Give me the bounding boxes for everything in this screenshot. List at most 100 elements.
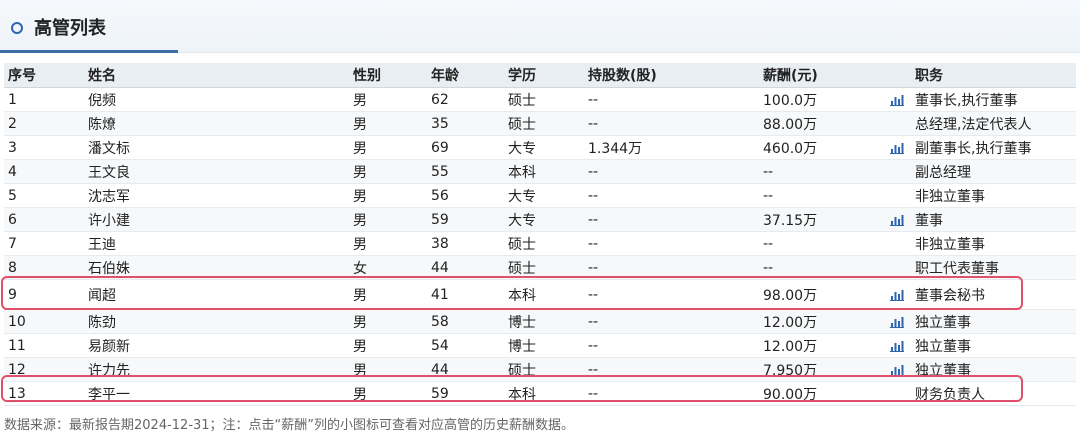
footnote: 数据来源：最新报告期2024-12-31；注：点击“薪酬”列的小图标可查看对应高… (4, 418, 575, 433)
col-header-gender: 性别 (349, 63, 427, 88)
cell-age: 58 (427, 309, 504, 334)
cell-shares: -- (584, 357, 759, 382)
cell-salary: 37.15万 (759, 207, 886, 232)
cell-no: 7 (4, 231, 84, 256)
table-row: 13 李平一男 59 本科 -- 90.00万 财务负责人 (4, 381, 1076, 406)
cell-salary: 98.00万 (759, 279, 886, 310)
executive-table: 序号 姓名 性别 年龄 学历 持股数(股) 薪酬(元) 职务 1 倪频男 62 硕士 -… (4, 63, 1076, 406)
table-row: 2 陈燎男 35 硕士 -- 88.00万 总经理,法定代表人 (4, 111, 1076, 136)
cell-gender: 男 (349, 279, 427, 310)
cell-position: 非独立董事 (911, 183, 1076, 208)
cell-no: 1 (4, 87, 84, 112)
cell-chart (886, 309, 911, 334)
cell-position: 财务负责人 (911, 381, 1076, 406)
cell-name: 沈志军 (84, 183, 349, 208)
cell-position: 独立董事 (911, 309, 1076, 334)
table-row: 8 石伯姝女 44 硕士 -- -- 职工代表董事 (4, 255, 1076, 280)
cell-salary: 12.00万 (759, 309, 886, 334)
table-row: 11 易颜新男 54 博士 -- 12.00万 独立董事 (4, 333, 1076, 358)
col-header-salary: 薪酬(元) (759, 63, 886, 88)
cell-name: 王迪 (84, 231, 349, 256)
cell-age: 35 (427, 111, 504, 136)
cell-chart (886, 159, 911, 184)
cell-no: 6 (4, 207, 84, 232)
cell-education: 本科 (504, 159, 584, 184)
cell-position: 董事会秘书 (911, 279, 1076, 310)
cell-chart (886, 207, 911, 232)
table-row: 1 倪频男 62 硕士 -- 100.0万 董事长,执行董事 (4, 87, 1076, 112)
salary-history-chart-icon[interactable] (890, 340, 904, 352)
cell-chart (886, 357, 911, 382)
cell-salary: -- (759, 159, 886, 184)
cell-chart (886, 333, 911, 358)
cell-education: 本科 (504, 279, 584, 310)
salary-history-chart-icon[interactable] (890, 364, 904, 376)
table-row: 12 许力先男 44 硕士 -- 7.950万 独立董事 (4, 357, 1076, 382)
cell-name: 潘文标 (84, 135, 349, 160)
cell-shares: -- (584, 333, 759, 358)
cell-age: 59 (427, 207, 504, 232)
cell-shares: -- (584, 159, 759, 184)
cell-name: 倪频 (84, 87, 349, 112)
cell-salary: 88.00万 (759, 111, 886, 136)
col-header-name: 姓名 (84, 63, 349, 88)
cell-age: 55 (427, 159, 504, 184)
cell-name: 陈燎 (84, 111, 349, 136)
cell-shares: -- (584, 279, 759, 310)
cell-age: 38 (427, 231, 504, 256)
salary-history-chart-icon[interactable] (890, 289, 904, 301)
cell-name: 易颜新 (84, 333, 349, 358)
cell-shares: -- (584, 111, 759, 136)
cell-salary: -- (759, 255, 886, 280)
cell-gender: 男 (349, 135, 427, 160)
cell-shares: -- (584, 309, 759, 334)
col-header-no: 序号 (4, 63, 84, 88)
section-header: 高管列表 (0, 0, 1080, 53)
cell-education: 博士 (504, 309, 584, 334)
cell-chart (886, 231, 911, 256)
cell-position: 独立董事 (911, 357, 1076, 382)
salary-history-chart-icon[interactable] (890, 94, 904, 106)
cell-age: 56 (427, 183, 504, 208)
cell-salary: 460.0万 (759, 135, 886, 160)
cell-age: 62 (427, 87, 504, 112)
cell-name: 许小建 (84, 207, 349, 232)
cell-chart (886, 279, 911, 310)
cell-shares: -- (584, 183, 759, 208)
table-row: 4 王文良男 55 本科 -- -- 副总经理 (4, 159, 1076, 184)
cell-salary: -- (759, 231, 886, 256)
salary-history-chart-icon[interactable] (890, 214, 904, 226)
cell-name: 许力先 (84, 357, 349, 382)
section-title: 高管列表 (34, 18, 106, 39)
cell-position: 非独立董事 (911, 231, 1076, 256)
cell-no: 2 (4, 111, 84, 136)
cell-education: 大专 (504, 135, 584, 160)
cell-position: 副董事长,执行董事 (911, 135, 1076, 160)
cell-education: 大专 (504, 207, 584, 232)
cell-no: 13 (4, 381, 84, 406)
salary-history-chart-icon[interactable] (890, 142, 904, 154)
cell-position: 独立董事 (911, 333, 1076, 358)
cell-no: 11 (4, 333, 84, 358)
cell-no: 10 (4, 309, 84, 334)
cell-no: 12 (4, 357, 84, 382)
cell-shares: -- (584, 207, 759, 232)
col-header-chart (886, 63, 911, 88)
salary-history-chart-icon[interactable] (890, 316, 904, 328)
table-row: 6 许小建男 59 大专 -- 37.15万 董事 (4, 207, 1076, 232)
cell-name: 王文良 (84, 159, 349, 184)
col-header-position: 职务 (911, 63, 1076, 88)
table-row: 10 陈劲男 58 博士 -- 12.00万 独立董事 (4, 309, 1076, 334)
cell-gender: 男 (349, 231, 427, 256)
cell-gender: 男 (349, 357, 427, 382)
cell-chart (886, 87, 911, 112)
cell-education: 硕士 (504, 111, 584, 136)
cell-age: 54 (427, 333, 504, 358)
col-header-age: 年龄 (427, 63, 504, 88)
cell-chart (886, 111, 911, 136)
cell-name: 李平一 (84, 381, 349, 406)
cell-position: 副总经理 (911, 159, 1076, 184)
title-underline (0, 50, 178, 53)
cell-shares: -- (584, 231, 759, 256)
cell-gender: 男 (349, 159, 427, 184)
